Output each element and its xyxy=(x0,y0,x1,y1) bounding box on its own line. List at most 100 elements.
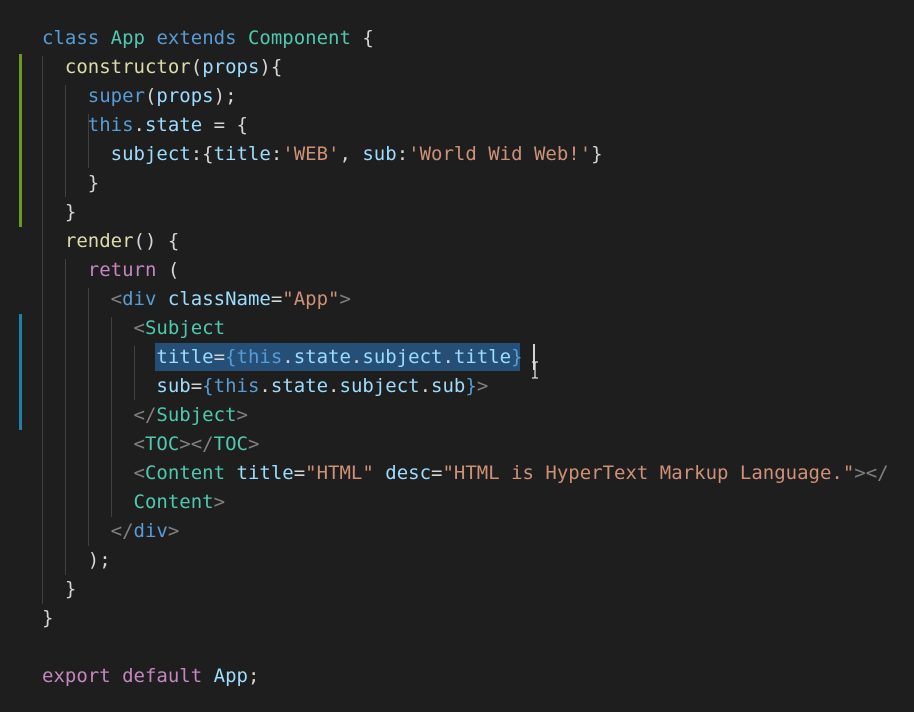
code-token: < xyxy=(133,317,145,339)
code-token: } xyxy=(42,578,77,600)
code-line[interactable]: export default App; xyxy=(42,662,259,691)
code-token: > xyxy=(236,404,248,426)
code-line[interactable]: render() { xyxy=(42,227,179,256)
code-token: Content xyxy=(144,462,226,484)
code-token: </ xyxy=(110,520,134,542)
code-token: state xyxy=(293,346,351,368)
code-token: state xyxy=(144,114,203,136)
code-token: : xyxy=(270,143,283,165)
code-token: Component xyxy=(247,27,351,49)
code-token: subject xyxy=(110,143,191,165)
code-token: props xyxy=(202,56,260,78)
code-token: > xyxy=(247,433,260,455)
code-token: render xyxy=(64,230,134,252)
code-token: extends xyxy=(156,27,237,49)
ibeam-cursor-icon xyxy=(532,361,538,379)
code-line[interactable]: } xyxy=(42,575,76,604)
code-token: "HTML" xyxy=(305,462,374,484)
code-token: { xyxy=(225,346,237,368)
code-token: . xyxy=(259,375,271,397)
code-token: desc xyxy=(385,462,432,484)
code-token: Subject xyxy=(144,317,226,339)
code-token: > xyxy=(476,375,489,397)
code-line[interactable]: <Subject xyxy=(42,314,226,343)
code-token: Content xyxy=(133,491,214,513)
code-token: TOC xyxy=(144,433,180,455)
code-token: class xyxy=(42,27,100,49)
code-token: ></ xyxy=(854,462,889,484)
code-token: this xyxy=(236,346,283,368)
code-line[interactable]: </div> xyxy=(42,517,180,546)
code-token: title xyxy=(156,346,214,368)
code-token: ( xyxy=(144,85,157,107)
code-token: Subject xyxy=(156,404,237,426)
code-token: App xyxy=(213,665,248,687)
code-token: ); xyxy=(213,85,237,107)
code-token: TOC xyxy=(213,433,248,455)
code-line[interactable]: constructor(props){ xyxy=(42,53,282,82)
code-line[interactable]: title={this.state.subject.title} xyxy=(42,343,523,372)
gutter-added-marker[interactable] xyxy=(19,314,22,430)
gutter-modified-marker[interactable] xyxy=(19,54,22,227)
code-line[interactable]: } xyxy=(42,169,99,198)
code-line[interactable]: <div className="App"> xyxy=(42,285,351,314)
code-line[interactable]: <TOC></TOC> xyxy=(42,430,260,459)
code-token: "HTML is HyperText Markup Language." xyxy=(442,462,855,484)
code-token: "App" xyxy=(282,288,340,310)
code-token: > xyxy=(167,520,180,542)
code-token: ></ xyxy=(179,433,214,455)
code-token: = xyxy=(293,462,306,484)
code-token: . xyxy=(282,346,294,368)
code-token: ( xyxy=(156,259,180,281)
code-token: App xyxy=(110,27,145,49)
code-token: = xyxy=(190,375,203,397)
code-token: :{ xyxy=(190,143,214,165)
code-token: ; xyxy=(247,665,260,687)
code-token: </ xyxy=(133,404,157,426)
code-line[interactable]: class App extends Component { xyxy=(42,24,374,53)
code-token: sub xyxy=(431,375,466,397)
code-token: title xyxy=(236,462,294,484)
code-token: props xyxy=(156,85,214,107)
code-line[interactable]: subject:{title:'WEB', sub:'World Wid Web… xyxy=(42,140,603,169)
code-editor[interactable]: class App extends Component { constructo… xyxy=(0,0,914,712)
code-line[interactable]: Content> xyxy=(42,488,226,517)
code-line[interactable]: } xyxy=(42,198,76,227)
code-token: } xyxy=(511,346,523,368)
code-token: this xyxy=(87,114,134,136)
code-token: export xyxy=(42,665,111,687)
code-line[interactable]: <Content title="HTML" desc="HTML is Hype… xyxy=(42,459,889,488)
code-token: () { xyxy=(133,230,180,252)
code-line[interactable]: sub={this.state.subject.sub}> xyxy=(42,372,488,401)
code-token: = xyxy=(270,288,283,310)
code-token: = xyxy=(213,346,226,368)
code-line[interactable]: </Subject> xyxy=(42,401,248,430)
code-line[interactable]: } xyxy=(42,604,53,633)
code-token: } xyxy=(42,172,100,194)
code-line[interactable]: this.state = { xyxy=(42,111,248,140)
code-line[interactable]: return ( xyxy=(42,256,180,285)
code-token: return xyxy=(87,259,157,281)
code-token: } xyxy=(42,607,54,629)
code-line[interactable]: super(props); xyxy=(42,82,237,111)
code-token: sub xyxy=(362,143,397,165)
code-token: title xyxy=(453,346,512,368)
code-token: sub xyxy=(156,375,191,397)
code-line[interactable]: ); xyxy=(42,546,111,575)
code-token: } xyxy=(591,143,603,165)
code-token: . xyxy=(442,346,454,368)
